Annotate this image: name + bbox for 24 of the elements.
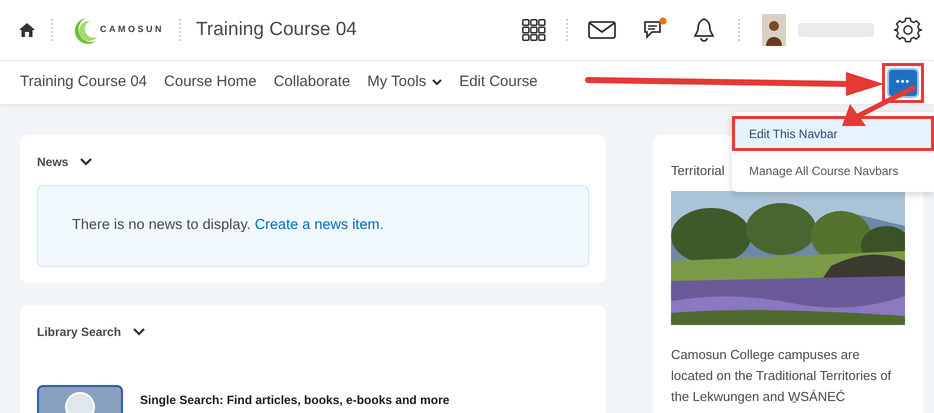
navbar-link[interactable]: Course Home — [164, 71, 257, 94]
chevron-down-icon[interactable] — [133, 328, 146, 336]
card-title: Territorial — [671, 163, 724, 178]
navbar-link[interactable]: Collaborate — [274, 71, 350, 94]
grid-icon[interactable] — [522, 19, 546, 41]
navbar-link[interactable]: Training Course 04 — [20, 71, 148, 94]
menu-item[interactable]: Manage All Course Navbars — [732, 153, 934, 188]
acknowledgement-text: Camosun College campuses are located on the Traditional Territories of the Lekwungen and W̱SÁNEĆ — [671, 346, 892, 406]
chevron-down-icon[interactable] — [80, 158, 92, 166]
home-icon[interactable] — [18, 22, 36, 38]
library-item-title[interactable]: Single Search: Find articles, books, e-books and more — [140, 391, 450, 409]
menu-item[interactable]: Edit This Navbar — [732, 116, 934, 151]
logo-text: CAMOSUN — [100, 23, 164, 36]
navbar-link[interactable]: Edit Course — [459, 71, 538, 94]
create-news-link[interactable]: Create a news item. — [254, 217, 384, 234]
camosun-logo[interactable]: CAMOSUN — [68, 15, 164, 45]
card-title: Library Search — [37, 324, 122, 341]
card-title: News — [37, 154, 68, 171]
mail-icon[interactable] — [588, 21, 616, 39]
bell-icon[interactable] — [692, 17, 716, 43]
news-message: There is no news to display. Create a news item. — [72, 216, 384, 236]
settings-icon[interactable] — [894, 16, 922, 44]
navbar-link[interactable]: My Tools — [367, 71, 442, 94]
course-title: Training Course 04 — [196, 18, 357, 42]
